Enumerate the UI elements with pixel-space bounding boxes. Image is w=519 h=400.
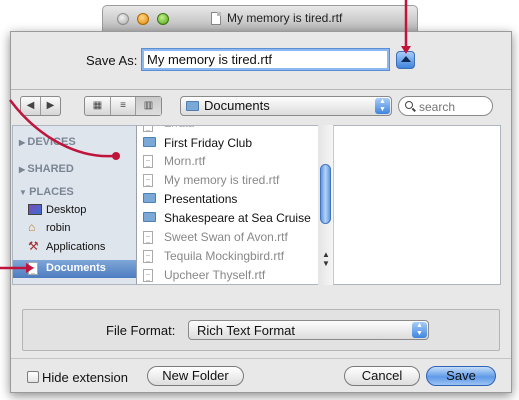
list-item[interactable]: Errata	[137, 126, 317, 134]
scroll-up-arrow-icon[interactable]: ▲	[322, 250, 330, 259]
divider	[11, 89, 511, 90]
document-proxy-icon[interactable]	[211, 12, 221, 25]
save-button[interactable]: Save	[426, 366, 496, 386]
save-as-field[interactable]	[142, 49, 389, 70]
sidebar-item-robin[interactable]: ⌂ robin	[13, 220, 136, 238]
scrollbar-thumb[interactable]	[320, 164, 331, 224]
list-item[interactable]: Presentations ▶	[137, 191, 326, 208]
location-label: Documents	[204, 98, 270, 113]
sidebar-section-shared[interactable]: ▶ SHARED	[19, 163, 74, 175]
folder-icon	[143, 137, 156, 147]
list-item[interactable]: My memory is tired.rtf	[137, 172, 317, 189]
file-list: Errata First Friday Club ▶ Morn.rtf My m…	[137, 125, 334, 285]
zoom-button[interactable]	[157, 13, 169, 25]
close-button[interactable]	[117, 13, 129, 25]
forward-arrow-icon: ▶	[46, 100, 55, 111]
icon-view-button[interactable]: ▦	[85, 97, 111, 115]
list-item[interactable]: Shakespeare at Sea Cruise ▶	[137, 210, 326, 227]
forward-button[interactable]: ▶	[41, 97, 60, 115]
window-title: My memory is tired.rtf	[227, 11, 343, 25]
file-icon	[143, 269, 153, 282]
navigation-buttons: ◀ ▶	[20, 96, 61, 116]
scroll-down-arrow-icon[interactable]: ▼	[322, 259, 330, 268]
file-format-popup[interactable]: Rich Text Format ▲ ▼	[188, 320, 429, 340]
search-field[interactable]	[398, 96, 493, 116]
back-button[interactable]: ◀	[21, 97, 41, 115]
location-popup[interactable]: Documents ▲ ▼	[180, 96, 392, 116]
file-icon	[143, 231, 153, 244]
folder-icon	[143, 193, 156, 203]
sidebar-item-applications[interactable]: ⚒ Applications	[13, 239, 136, 257]
back-arrow-icon: ◀	[26, 100, 35, 111]
popup-arrows-icon: ▲ ▼	[375, 98, 390, 114]
triangle-up-icon	[401, 56, 411, 62]
save-as-label: Save As:	[86, 53, 138, 68]
hide-extension-checkbox[interactable]	[27, 371, 39, 383]
list-item[interactable]: Morn.rtf	[137, 153, 317, 170]
sidebar-item-desktop[interactable]: Desktop	[13, 202, 136, 220]
sidebar-item-documents[interactable]: Documents	[13, 260, 136, 278]
applications-icon: ⚒	[28, 239, 39, 253]
sidebar: ▶ DEVICES ▶ SHARED ▼ PLACES Desktop ⌂ ro…	[12, 125, 137, 285]
columns-icon: ▥	[143, 100, 154, 111]
search-icon	[405, 101, 413, 109]
sidebar-section-places[interactable]: ▼ PLACES	[19, 186, 74, 198]
list-icon: ≡	[120, 100, 126, 111]
desktop-icon	[28, 204, 42, 215]
folder-icon	[186, 101, 199, 111]
list-item[interactable]: First Friday Club ▶	[137, 135, 326, 152]
home-icon: ⌂	[28, 220, 36, 234]
hide-extension-label: Hide extension	[42, 370, 128, 385]
empty-column	[334, 125, 501, 285]
list-item[interactable]: Upcheer Thyself.rtf	[137, 267, 317, 284]
search-input[interactable]	[417, 98, 491, 116]
sidebar-section-devices[interactable]: ▶ DEVICES	[19, 136, 76, 148]
file-icon	[143, 174, 153, 187]
file-format-label: File Format:	[106, 323, 176, 338]
column-view-button[interactable]: ▥	[136, 97, 161, 115]
new-folder-button[interactable]: New Folder	[147, 366, 244, 386]
file-icon	[143, 250, 153, 263]
file-icon	[143, 126, 153, 132]
cancel-button[interactable]: Cancel	[344, 366, 420, 386]
grid-icon: ▦	[92, 100, 103, 111]
popup-arrows-icon: ▲ ▼	[412, 322, 427, 338]
divider	[11, 358, 511, 359]
list-item[interactable]: Sweet Swan of Avon.rtf	[137, 229, 317, 246]
documents-icon	[28, 262, 38, 275]
list-item[interactable]: Tequila Mockingbird.rtf	[137, 248, 317, 265]
folder-icon	[143, 212, 156, 222]
minimize-button[interactable]	[137, 13, 149, 25]
file-icon	[143, 155, 153, 168]
collapse-dialog-button[interactable]	[396, 51, 415, 69]
list-view-button[interactable]: ≡	[111, 97, 136, 115]
window-titlebar: My memory is tired.rtf	[102, 5, 418, 31]
view-mode-buttons: ▦ ≡ ▥	[84, 96, 162, 116]
